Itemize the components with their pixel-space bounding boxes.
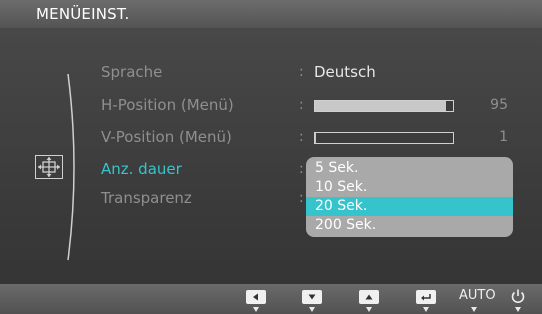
menu-title: MENÜEINST. (36, 5, 130, 23)
button-indicator (253, 307, 259, 312)
enter-icon[interactable] (416, 290, 436, 304)
menu-arc-decoration (66, 72, 80, 262)
separator-colon: : (299, 161, 304, 177)
separator-colon: : (299, 190, 304, 206)
button-indicator (515, 307, 521, 312)
separator-colon: : (299, 64, 304, 80)
menu-item-sprache[interactable]: Sprache (101, 63, 162, 81)
power-icon[interactable] (510, 288, 526, 304)
separator-colon: : (299, 129, 304, 145)
position-icon (35, 155, 63, 179)
sprache-value: Deutsch (314, 63, 376, 81)
button-indicator (423, 307, 429, 312)
up-arrow-icon[interactable] (359, 290, 379, 304)
menu-panel (0, 28, 542, 284)
osd-menu: MENÜEINST. Sprache H-Position (Menü) V-P… (0, 0, 542, 314)
button-indicator (366, 307, 372, 312)
v-position-slider-fill (315, 133, 317, 143)
button-indicator (309, 307, 315, 312)
anz-dauer-dropdown[interactable]: 5 Sek. 10 Sek. 20 Sek. 200 Sek. (306, 157, 513, 237)
menu-item-transparenz[interactable]: Transparenz (101, 189, 192, 207)
dropdown-option[interactable]: 10 Sek. (306, 178, 513, 197)
button-indicator (471, 307, 477, 312)
h-position-slider[interactable] (314, 100, 454, 112)
h-position-slider-fill (315, 101, 447, 111)
menu-item-h-position[interactable]: H-Position (Menü) (101, 96, 234, 114)
left-arrow-icon[interactable] (246, 290, 266, 304)
v-position-value: 1 (499, 129, 508, 145)
dropdown-option[interactable]: 5 Sek. (306, 159, 513, 178)
v-position-slider[interactable] (314, 132, 454, 144)
h-position-value: 95 (490, 97, 508, 113)
dropdown-option[interactable]: 200 Sek. (306, 216, 513, 235)
menu-item-v-position[interactable]: V-Position (Menü) (101, 128, 232, 146)
menu-item-anz-dauer[interactable]: Anz. dauer (101, 160, 182, 178)
dropdown-option[interactable]: 20 Sek. (306, 197, 513, 216)
osd-header: MENÜEINST. (0, 0, 542, 28)
down-arrow-icon[interactable] (302, 290, 322, 304)
separator-colon: : (299, 97, 304, 113)
auto-button[interactable]: AUTO (459, 288, 496, 303)
